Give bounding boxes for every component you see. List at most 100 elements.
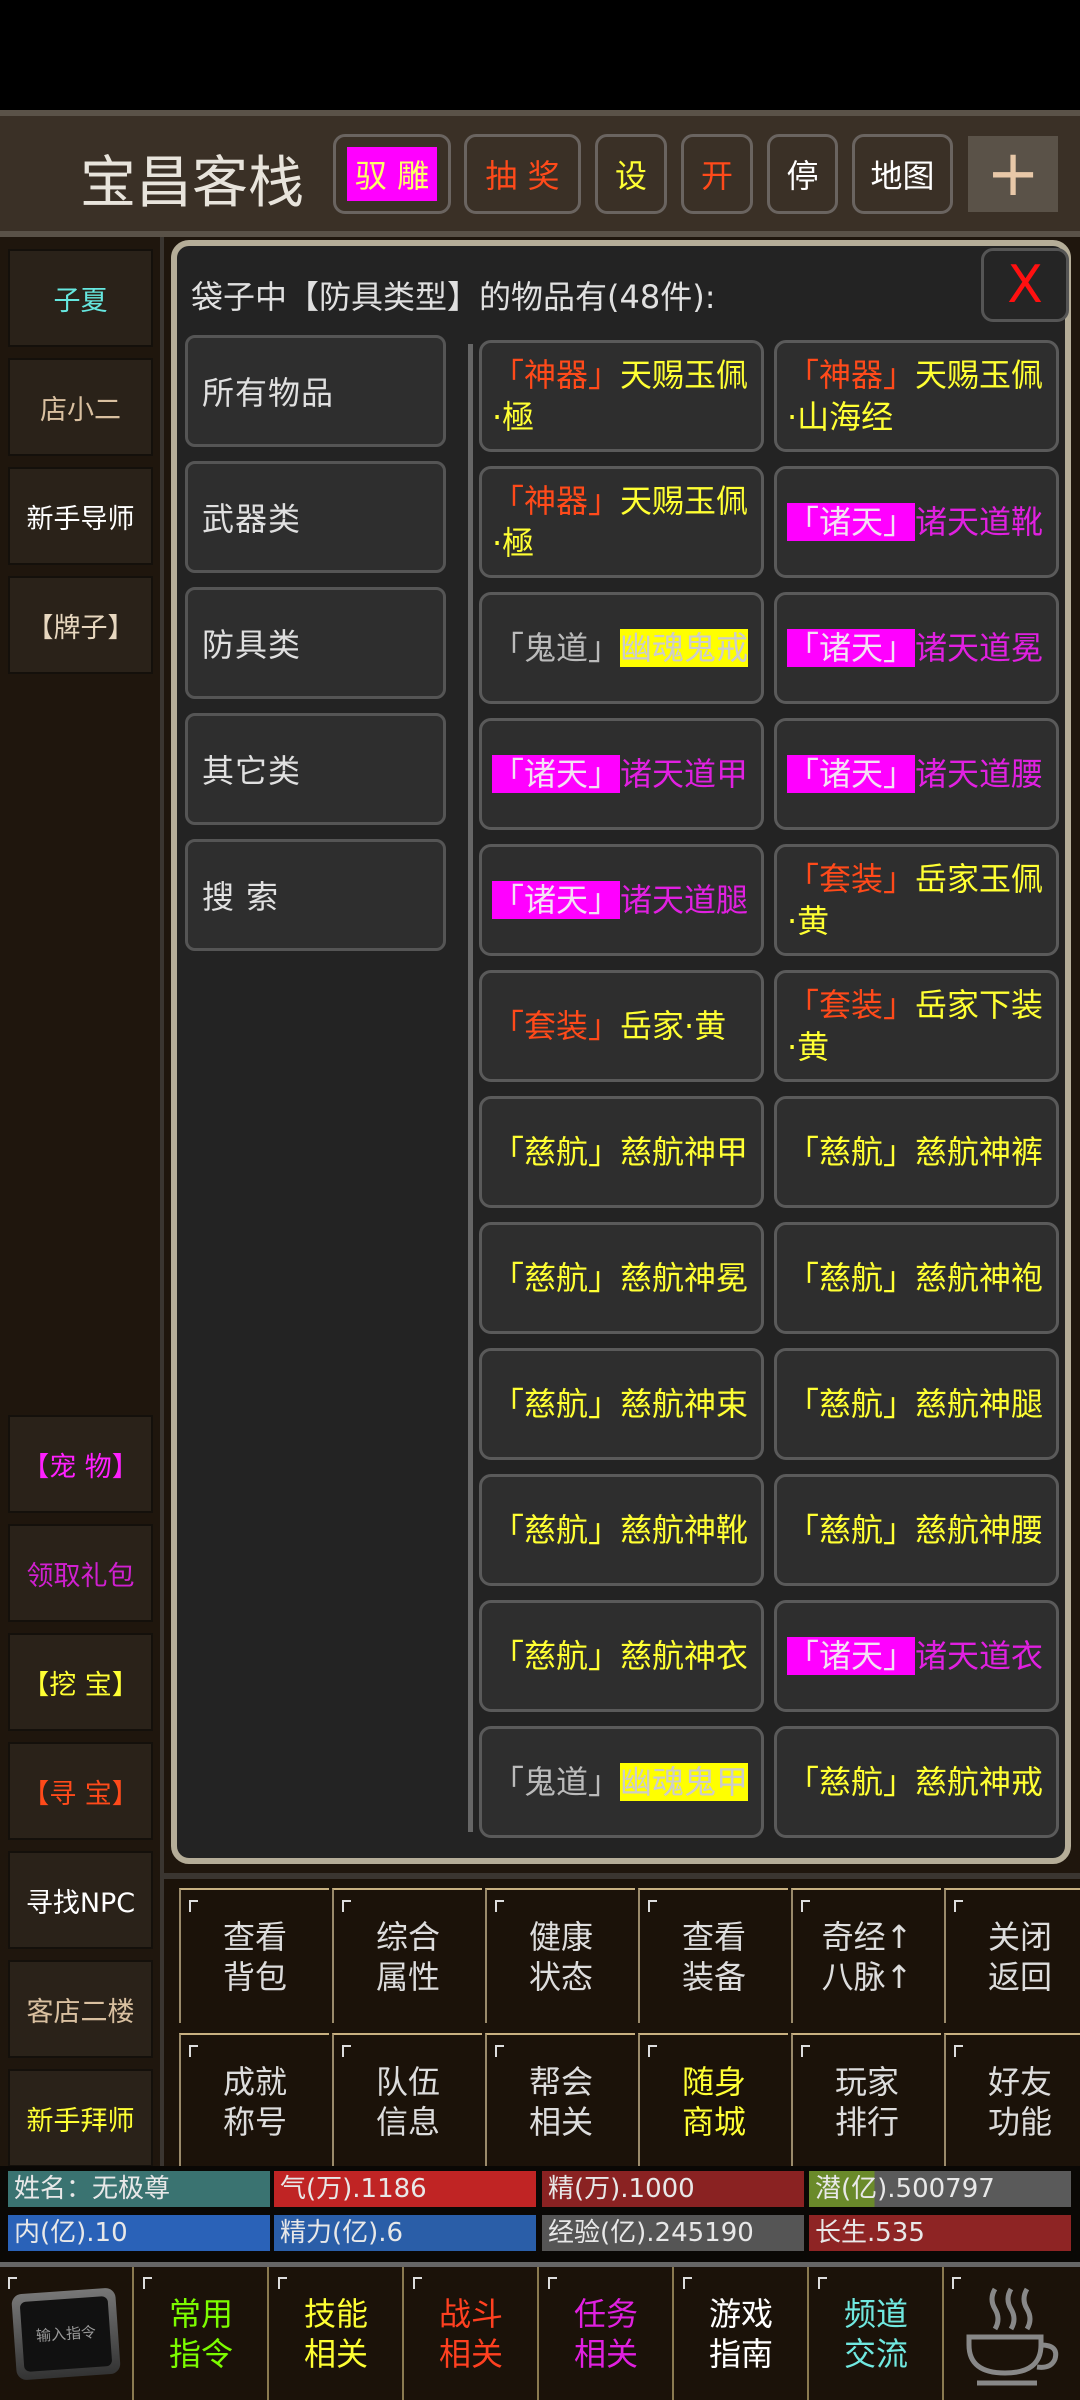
sidebar-item[interactable]: 【牌子】 <box>8 576 153 674</box>
header-button-label: 设 <box>614 157 647 195</box>
input-command-label: 输入指令 <box>19 2295 113 2372</box>
category-item[interactable]: 搜 索 <box>185 839 446 951</box>
action-panel: 查看 背包 综合 属性 健康 状态 查看 装备 奇经↑ 八脉↑ 关闭 返回 成就 称号 队伍 信息 帮会 相关 随身… <box>164 1873 1080 2168</box>
panel-button[interactable]: 随身 商城 <box>638 2033 788 2168</box>
sidebar-item[interactable]: 【挖 宝】 <box>8 1633 153 1731</box>
input-command-button[interactable]: 输入指令 <box>0 2267 134 2400</box>
header-button-2[interactable]: 设 <box>595 134 667 214</box>
item-name: 慈航神裤 <box>915 1133 1044 1171</box>
inventory-item[interactable]: 「慈航」慈航神腿 <box>774 1348 1059 1460</box>
inventory-item[interactable]: 「套装」岳家·黄 <box>479 970 764 1082</box>
inventory-item[interactable]: 「鬼道」幽魂鬼甲 <box>479 1726 764 1838</box>
header-button-0[interactable]: 驭 雕 <box>333 134 451 214</box>
sidebar-item[interactable]: 领取礼包 <box>8 1524 153 1622</box>
plus-button[interactable]: + <box>968 136 1058 212</box>
label-line: 战斗 <box>438 2294 503 2333</box>
panel-button-label: 健康 状态 <box>529 1917 593 1997</box>
panel-button-label: 好友 功能 <box>988 2062 1052 2142</box>
item-text: 「慈航」慈航神戒 <box>787 1761 1043 1803</box>
header-button-label: 抽 奖 <box>485 157 560 195</box>
bag-dialog: 袋子中【防具类型】的物品有(48件): X 所有物品 武器类 防具类 其它类搜 索 「神… <box>171 240 1071 1864</box>
nav-button[interactable]: 任务 相关 <box>540 2267 674 2400</box>
item-prefix: 「诸天」 <box>492 755 621 793</box>
inventory-item[interactable]: 「诸天」诸天道冕 <box>774 592 1059 704</box>
nav-button[interactable]: 技能 相关 <box>270 2267 404 2400</box>
inventory-item[interactable]: 「慈航」慈航神衣 <box>479 1600 764 1712</box>
inventory-item[interactable]: 「神器」天赐玉佩·極 <box>479 340 764 452</box>
item-name: 诸天道衣 <box>915 1637 1044 1675</box>
inventory-item[interactable]: 「诸天」诸天道腰 <box>774 718 1059 830</box>
stat-bar: 经验(亿).245190 <box>542 2215 804 2251</box>
inventory-item[interactable]: 「诸天」诸天道靴 <box>774 466 1059 578</box>
panel-button[interactable]: 玩家 排行 <box>791 2033 941 2168</box>
item-text: 「诸天」诸天道腰 <box>787 753 1043 795</box>
label-line: 游戏 <box>708 2294 773 2333</box>
item-text: 「诸天」诸天道甲 <box>492 753 748 795</box>
inventory-item[interactable]: 「慈航」慈航神靴 <box>479 1474 764 1586</box>
header-button-1[interactable]: 抽 奖 <box>464 134 581 214</box>
inventory-item[interactable]: 「套装」岳家玉佩·黄 <box>774 844 1059 956</box>
panel-button[interactable]: 成就 称号 <box>179 2033 329 2168</box>
item-prefix: 「慈航」 <box>492 1133 621 1171</box>
nav-button[interactable]: 战斗 相关 <box>405 2267 539 2400</box>
sidebar-item[interactable]: 【寻 宝】 <box>8 1742 153 1840</box>
divider <box>468 344 473 1832</box>
panel-button[interactable]: 帮会 相关 <box>485 2033 635 2168</box>
panel-button[interactable]: 健康 状态 <box>485 1888 635 2023</box>
inventory-item[interactable]: 「诸天」诸天道甲 <box>479 718 764 830</box>
inventory-item[interactable]: 「神器」天赐玉佩·極 <box>479 466 764 578</box>
panel-button[interactable]: 奇经↑ 八脉↑ <box>791 1888 941 2023</box>
label-line: 返回 <box>987 1957 1052 1996</box>
panel-button[interactable]: 队伍 信息 <box>332 2033 482 2168</box>
header-button-label: 停 <box>786 157 819 195</box>
inventory-item[interactable]: 「诸天」诸天道衣 <box>774 1600 1059 1712</box>
inventory-item[interactable]: 「鬼道」幽魂鬼戒 <box>479 592 764 704</box>
inventory-item[interactable]: 「神器」天赐玉佩·山海经 <box>774 340 1059 452</box>
sidebar-item[interactable]: 新手导师 <box>8 467 153 565</box>
inventory-item[interactable]: 「诸天」诸天道腿 <box>479 844 764 956</box>
label-line: 指令 <box>168 2334 233 2373</box>
inventory-item[interactable]: 「慈航」慈航神腰 <box>774 1474 1059 1586</box>
stat-label: 精力(亿).6 <box>280 2218 404 2248</box>
sidebar-item[interactable]: 店小二 <box>8 358 153 456</box>
nav-button[interactable]: 游戏 指南 <box>675 2267 809 2400</box>
item-text: 「慈航」慈航神裤 <box>787 1131 1043 1173</box>
item-text: 「慈航」慈航神靴 <box>492 1509 748 1551</box>
item-prefix: 「鬼道」 <box>492 1763 621 1801</box>
header-button-4[interactable]: 停 <box>767 134 838 214</box>
sidebar-item[interactable]: 子夏 <box>8 249 153 347</box>
nav-button[interactable]: 频道 交流 <box>810 2267 944 2400</box>
inventory-item[interactable]: 「慈航」慈航神束 <box>479 1348 764 1460</box>
label-line: 相关 <box>528 2102 593 2141</box>
header-button-3[interactable]: 开 <box>681 134 753 214</box>
category-item[interactable]: 所有物品 <box>185 335 446 447</box>
inventory-item[interactable]: 「慈航」慈航神戒 <box>774 1726 1059 1838</box>
label-line: 技能 <box>303 2294 368 2333</box>
header-button-5[interactable]: 地图 <box>852 134 953 214</box>
inventory-item[interactable]: 「套装」岳家下装·黄 <box>774 970 1059 1082</box>
stat-bar: 精(万).1000 <box>542 2171 804 2207</box>
sidebar-item[interactable]: 客店二楼 <box>8 1960 153 2058</box>
inventory-item[interactable]: 「慈航」慈航神袍 <box>774 1222 1059 1334</box>
panel-button[interactable]: 查看 背包 <box>179 1888 329 2023</box>
stat-bar: 气(万).1186 <box>274 2171 536 2207</box>
panel-button[interactable]: 查看 装备 <box>638 1888 788 2023</box>
sidebar-item[interactable]: 寻找NPC <box>8 1851 153 1949</box>
category-item[interactable]: 防具类 <box>185 587 446 699</box>
panel-button[interactable]: 关闭 返回 <box>944 1888 1080 2023</box>
close-button[interactable]: X <box>981 248 1069 322</box>
category-item[interactable]: 武器类 <box>185 461 446 573</box>
inventory-item[interactable]: 「慈航」慈航神甲 <box>479 1096 764 1208</box>
panel-button[interactable]: 综合 属性 <box>332 1888 482 2023</box>
sidebar-item[interactable]: 【宠 物】 <box>8 1415 153 1513</box>
item-name: 幽魂鬼甲 <box>620 1763 749 1801</box>
nav-button[interactable]: 常用 指令 <box>135 2267 269 2400</box>
category-item[interactable]: 其它类 <box>185 713 446 825</box>
inventory-item[interactable]: 「慈航」慈航神裤 <box>774 1096 1059 1208</box>
label-line: 帮会 <box>528 2062 593 2101</box>
sidebar-item[interactable]: 新手拜师 <box>8 2069 153 2167</box>
panel-button[interactable]: 好友 功能 <box>944 2033 1080 2168</box>
label-line: 好友 <box>987 2062 1052 2101</box>
inventory-item[interactable]: 「慈航」慈航神冕 <box>479 1222 764 1334</box>
teacup-button[interactable] <box>944 2267 1080 2400</box>
